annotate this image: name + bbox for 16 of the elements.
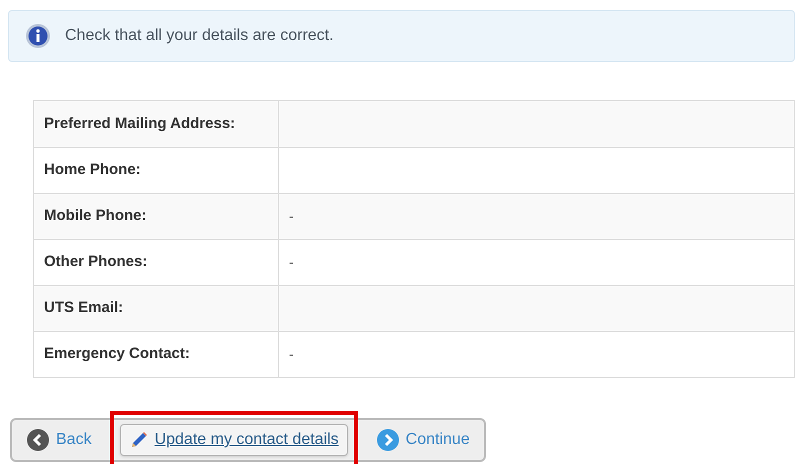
field-value: -	[289, 345, 294, 364]
field-label: Emergency Contact:	[44, 344, 190, 364]
field-value: -	[289, 253, 294, 272]
chevron-right-icon	[376, 428, 400, 452]
field-label: Other Phones:	[44, 252, 148, 272]
field-label: Preferred Mailing Address:	[44, 114, 236, 134]
field-value: -	[289, 207, 294, 226]
update-button[interactable]: Update my contact details	[120, 424, 348, 456]
info-icon	[25, 23, 51, 49]
field-label: Mobile Phone:	[44, 206, 146, 226]
continue-button[interactable]: Continue	[372, 428, 474, 452]
back-button[interactable]: Back	[22, 428, 96, 452]
chevron-left-icon	[26, 428, 50, 452]
notice-text: Check that all your details are correct.	[65, 26, 334, 46]
field-label: Home Phone:	[44, 160, 141, 180]
field-label: UTS Email:	[44, 298, 124, 318]
